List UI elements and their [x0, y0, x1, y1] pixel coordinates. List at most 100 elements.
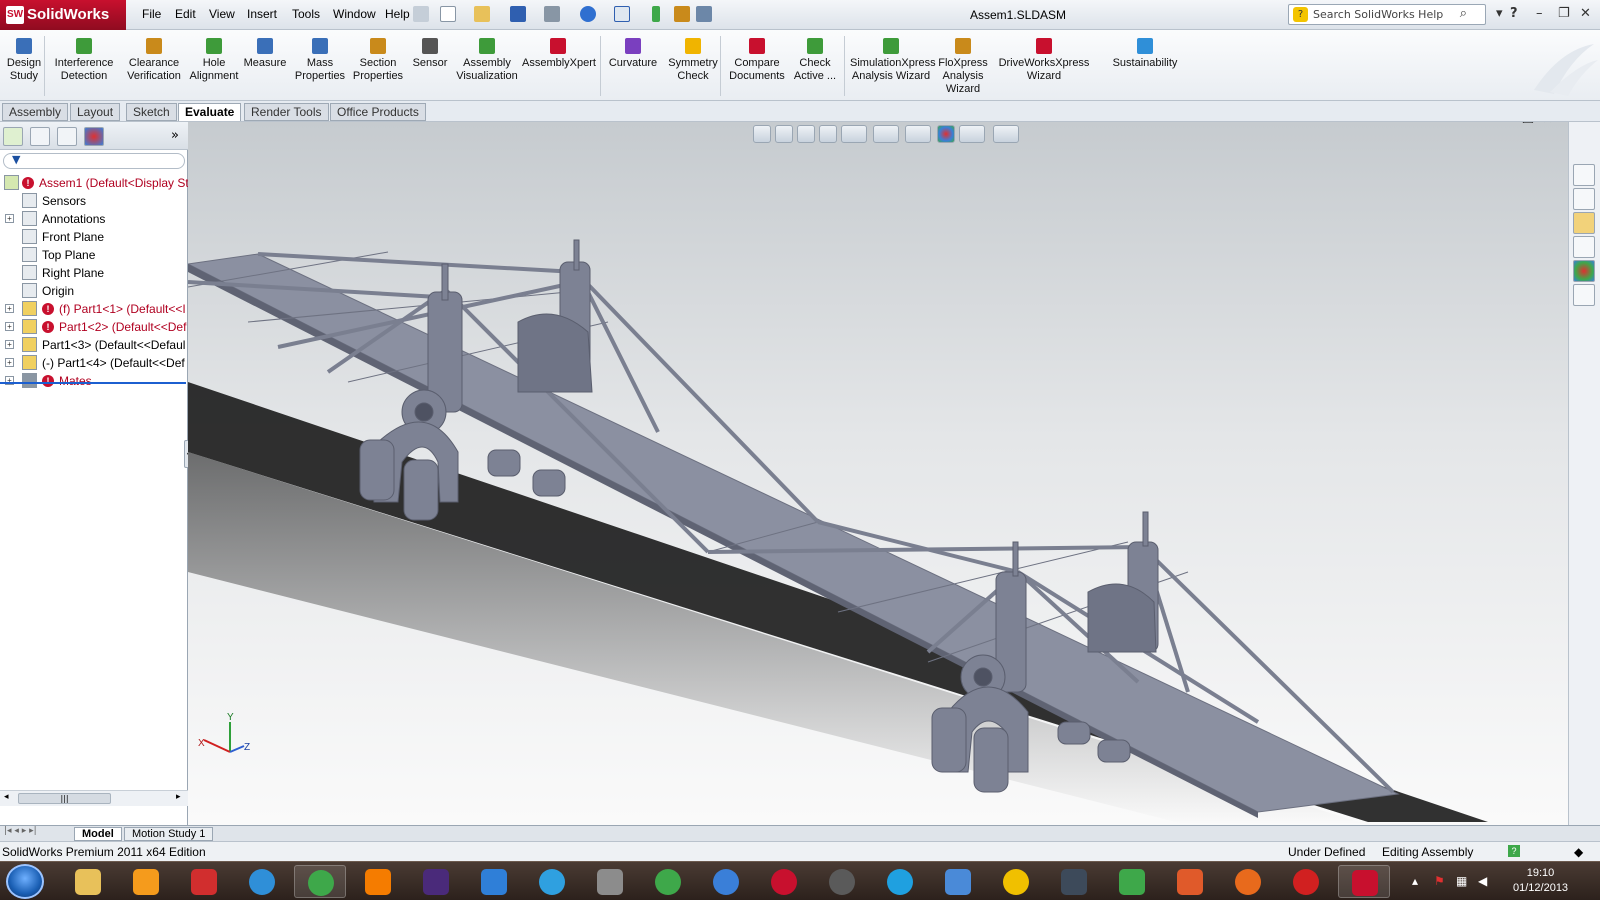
configuration-manager-tab-icon[interactable]	[57, 127, 77, 146]
interference-detection-button[interactable]: Interference Detection	[50, 38, 118, 83]
floxpress-analysis-wizard-button[interactable]: FloXpress Analysis Wizard	[936, 38, 990, 96]
check-active-button[interactable]: Check Active ...	[790, 38, 840, 83]
tab-evaluate[interactable]: Evaluate	[178, 103, 242, 121]
dropdown-icon[interactable]: ▾	[1496, 6, 1503, 21]
taskbar-video-player[interactable]	[236, 865, 288, 898]
tree-item[interactable]: + Part1<3> (Default<<Defaul	[0, 337, 188, 355]
graphics-area[interactable]: – ❐ ✕	[188, 122, 1568, 825]
tab-assembly[interactable]: Assembly	[2, 103, 69, 121]
file-explorer-icon[interactable]	[1573, 212, 1595, 234]
section-properties-button[interactable]: Section Properties	[348, 38, 408, 83]
tree-item[interactable]: Origin	[0, 283, 188, 301]
expand-icon[interactable]: +	[5, 340, 14, 349]
tree-item[interactable]: +! Part1<2> (Default<<Def	[0, 319, 188, 337]
taskbar-media-player[interactable]	[120, 865, 172, 898]
taskbar-downloader[interactable]	[468, 865, 520, 898]
taskbar-utorrent[interactable]	[642, 865, 694, 898]
taskbar-opera[interactable]	[1280, 865, 1332, 898]
save-icon[interactable]	[510, 6, 526, 22]
taskbar-after-effects[interactable]	[410, 865, 462, 898]
taskbar-quicktime[interactable]	[526, 865, 578, 898]
tree-item[interactable]: + Annotations	[0, 211, 188, 229]
file-properties-icon[interactable]	[674, 6, 690, 22]
sustainability-button[interactable]: Sustainability	[1110, 38, 1180, 70]
expand-icon[interactable]: +	[5, 304, 14, 313]
help-icon[interactable]: ?	[1510, 6, 1518, 21]
tab-layout[interactable]: Layout	[70, 103, 121, 121]
rollback-bar[interactable]	[0, 382, 186, 384]
expand-icon[interactable]: +	[5, 214, 14, 223]
rebuild-status-icon[interactable]: ◆	[1574, 845, 1583, 859]
app-logo[interactable]: SW SolidWorks	[0, 0, 126, 30]
tab-scroll-icons[interactable]: |◂ ◂ ▸ ▸|	[4, 826, 37, 836]
taskbar-chrome[interactable]	[294, 865, 346, 898]
tree-item[interactable]: Sensors	[0, 193, 188, 211]
start-button[interactable]	[6, 864, 44, 899]
restore-icon[interactable]: ❐	[1558, 6, 1570, 21]
mass-properties-button[interactable]: Mass Properties	[292, 38, 348, 83]
menu-file[interactable]: File	[142, 7, 161, 21]
appearances-icon[interactable]	[1573, 260, 1595, 282]
assembly-visualization-button[interactable]: Assembly Visualization	[453, 38, 521, 83]
print-icon[interactable]	[544, 6, 560, 22]
taskbar-antivirus[interactable]	[758, 865, 810, 898]
display-manager-tab-icon[interactable]	[84, 127, 104, 146]
tab-render-tools[interactable]: Render Tools	[244, 103, 329, 121]
tree-item[interactable]: + (-) Part1<4> (Default<<Def	[0, 355, 188, 373]
pin-icon[interactable]	[413, 6, 429, 22]
network-icon[interactable]: ▦	[1456, 874, 1467, 888]
scroll-thumb[interactable]: |||	[18, 793, 111, 804]
tree-filter-input[interactable]: ▼	[3, 153, 185, 169]
chevron-right-icon[interactable]: »	[171, 128, 179, 143]
show-hidden-icons[interactable]: ▴	[1412, 874, 1418, 888]
menu-tools[interactable]: Tools	[292, 7, 320, 21]
tree-item[interactable]: Top Plane	[0, 247, 188, 265]
compare-documents-button[interactable]: Compare Documents	[726, 38, 788, 83]
volume-icon[interactable]: ◀	[1478, 874, 1487, 888]
open-folder-icon[interactable]	[474, 6, 490, 22]
tree-horizontal-scrollbar[interactable]: ◂ ||| ▸	[0, 790, 188, 806]
bottom-tab-model[interactable]: Model	[74, 827, 122, 841]
taskbar-solidworks[interactable]	[1338, 865, 1390, 898]
menu-window[interactable]: Window	[333, 7, 376, 21]
options-icon[interactable]	[696, 6, 712, 22]
taskbar-firefox[interactable]	[1222, 865, 1274, 898]
design-study-button[interactable]: Design Study	[2, 38, 46, 83]
tree-item[interactable]: ! Assem1 (Default<Display St	[0, 175, 188, 193]
taskbar-skype[interactable]	[874, 865, 926, 898]
menu-edit[interactable]: Edit	[175, 7, 196, 21]
view-palette-icon[interactable]	[1573, 236, 1595, 258]
design-library-icon[interactable]	[1573, 188, 1595, 210]
hole-alignment-button[interactable]: Hole Alignment	[186, 38, 242, 83]
taskbar-film[interactable]	[816, 865, 868, 898]
menu-insert[interactable]: Insert	[247, 7, 277, 21]
taskbar-explorer[interactable]	[62, 865, 114, 898]
minimize-icon[interactable]: –	[1536, 6, 1543, 21]
action-center-icon[interactable]: ⚑	[1434, 874, 1445, 888]
rebuild-icon[interactable]	[652, 6, 660, 22]
help-status-icon[interactable]: ?	[1508, 845, 1520, 857]
new-document-icon[interactable]	[440, 6, 456, 22]
scroll-left-icon[interactable]: ◂	[4, 792, 9, 802]
bridge-model[interactable]: Y X Z	[188, 122, 1568, 825]
taskbar-game[interactable]	[584, 865, 636, 898]
sensor-button[interactable]: Sensor	[410, 38, 450, 70]
search-icon[interactable]: ⌕	[1460, 6, 1467, 21]
custom-properties-icon[interactable]	[1573, 284, 1595, 306]
measure-button[interactable]: Measure	[240, 38, 290, 70]
assemblyxpert-button[interactable]: AssemblyXpert	[522, 38, 596, 70]
tree-item[interactable]: Right Plane	[0, 265, 188, 283]
bottom-tab-motion-study-1[interactable]: Motion Study 1	[124, 827, 214, 841]
taskbar-disc[interactable]	[990, 865, 1042, 898]
expand-icon[interactable]: +	[5, 358, 14, 367]
tree-item[interactable]: +! (f) Part1<1> (Default<<I	[0, 301, 188, 319]
expand-icon[interactable]: +	[5, 322, 14, 331]
curvature-button[interactable]: Curvature	[606, 38, 660, 70]
undo-icon[interactable]	[580, 6, 596, 22]
simulationxpress-analysis-wizard-button[interactable]: SimulationXpress Analysis Wizard	[850, 38, 936, 83]
taskbar-network[interactable]	[932, 865, 984, 898]
clearance-verification-button[interactable]: Clearance Verification	[120, 38, 188, 83]
tree-item[interactable]: Front Plane	[0, 229, 188, 247]
taskbar-lightroom[interactable]	[1048, 865, 1100, 898]
taskbar-camtasia[interactable]	[1106, 865, 1158, 898]
